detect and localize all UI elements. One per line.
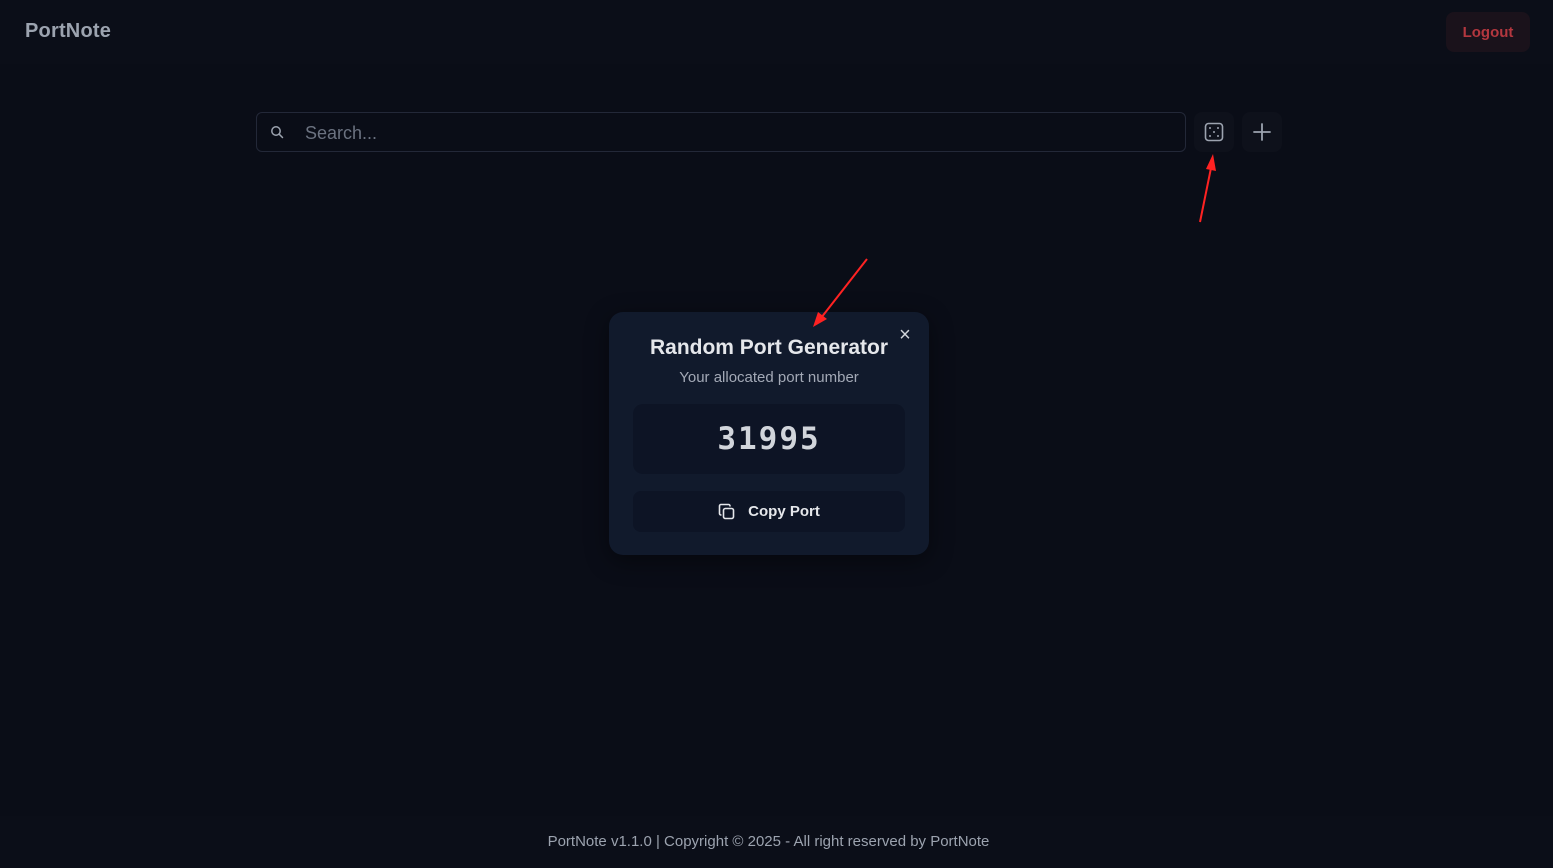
plus-icon [1253, 123, 1271, 141]
search-input[interactable] [303, 113, 1167, 153]
annotation-arrow-dice [1199, 154, 1216, 223]
modal-title: Random Port Generator [649, 336, 889, 359]
add-button[interactable] [1242, 112, 1282, 152]
footer: PortNote v1.1.0 | Copyright © 2025 - All… [0, 816, 1553, 868]
modal-subtitle: Your allocated port number [679, 369, 859, 386]
copy-port-label: Copy Port [748, 503, 820, 520]
dice-icon [1204, 122, 1224, 142]
random-port-modal: × Random Port Generator Your allocated p… [609, 312, 929, 555]
search-icon [271, 126, 284, 139]
random-port-button[interactable] [1194, 112, 1234, 152]
logout-button[interactable]: Logout [1446, 12, 1530, 52]
copy-icon [718, 503, 735, 519]
port-display: 31995 [633, 404, 905, 474]
app-brand[interactable]: PortNote [25, 20, 111, 43]
page: PortNote Logout × Random Port Generator [0, 0, 1553, 868]
copy-port-button[interactable]: Copy Port [633, 491, 905, 532]
top-navbar: PortNote Logout [0, 0, 1553, 64]
port-number: 31995 [717, 421, 821, 457]
search-box [256, 112, 1186, 153]
footer-text: PortNote v1.1.0 | Copyright © 2025 - All… [547, 833, 990, 850]
